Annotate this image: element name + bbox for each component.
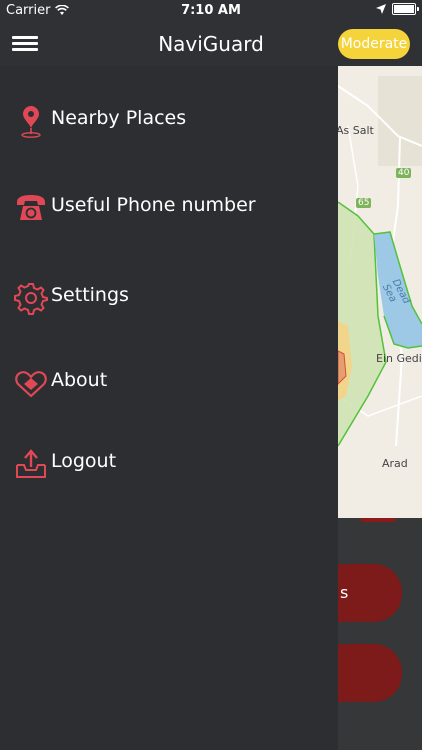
upload-tray-icon xyxy=(16,449,46,478)
menu-item-settings[interactable]: Settings xyxy=(0,275,338,319)
menu-item-label: Logout xyxy=(51,450,117,472)
location-arrow-icon xyxy=(376,4,386,14)
road-badge-65: 65 xyxy=(356,198,372,208)
heart-shield-icon xyxy=(15,371,47,398)
status-time: 7:10 AM xyxy=(181,3,241,18)
road-badge-40: 40 xyxy=(396,168,412,178)
telephone-icon xyxy=(17,195,45,220)
bottom-panel: s xyxy=(318,518,422,750)
menu-item-label: Settings xyxy=(51,284,129,306)
status-bar: Carrier 7:10 AM xyxy=(0,0,422,22)
menu-item-logout[interactable]: Logout xyxy=(0,441,338,485)
status-right xyxy=(376,3,419,15)
menu-item-label: Useful Phone number xyxy=(51,194,256,216)
menu-item-label: About xyxy=(51,369,108,391)
map-label-as-salt: As Salt xyxy=(338,124,374,137)
map-label-ein-gedi: Ein Gedi xyxy=(376,352,422,365)
panel-accent xyxy=(360,518,396,522)
risk-level-badge[interactable]: Moderate xyxy=(338,29,410,59)
menu-item-about[interactable]: About xyxy=(0,360,338,404)
battery-icon xyxy=(392,3,419,15)
menu-item-nearby-places[interactable]: Nearby Places xyxy=(0,98,338,142)
map-label-arad: Arad xyxy=(382,457,408,470)
side-drawer: Nearby Places Useful Phone number Settin… xyxy=(0,66,338,750)
menu-item-useful-phone-number[interactable]: Useful Phone number xyxy=(0,185,338,229)
map-view[interactable]: As Salt 40 65 Dead Sea Ein Gedi Arad xyxy=(338,66,422,518)
nav-bar: NaviGuard Moderate xyxy=(0,22,422,66)
map-pin-icon xyxy=(21,106,41,138)
menu-item-label: Nearby Places xyxy=(51,107,187,129)
action-button-1-label: s xyxy=(340,583,349,602)
gear-icon xyxy=(14,283,48,315)
